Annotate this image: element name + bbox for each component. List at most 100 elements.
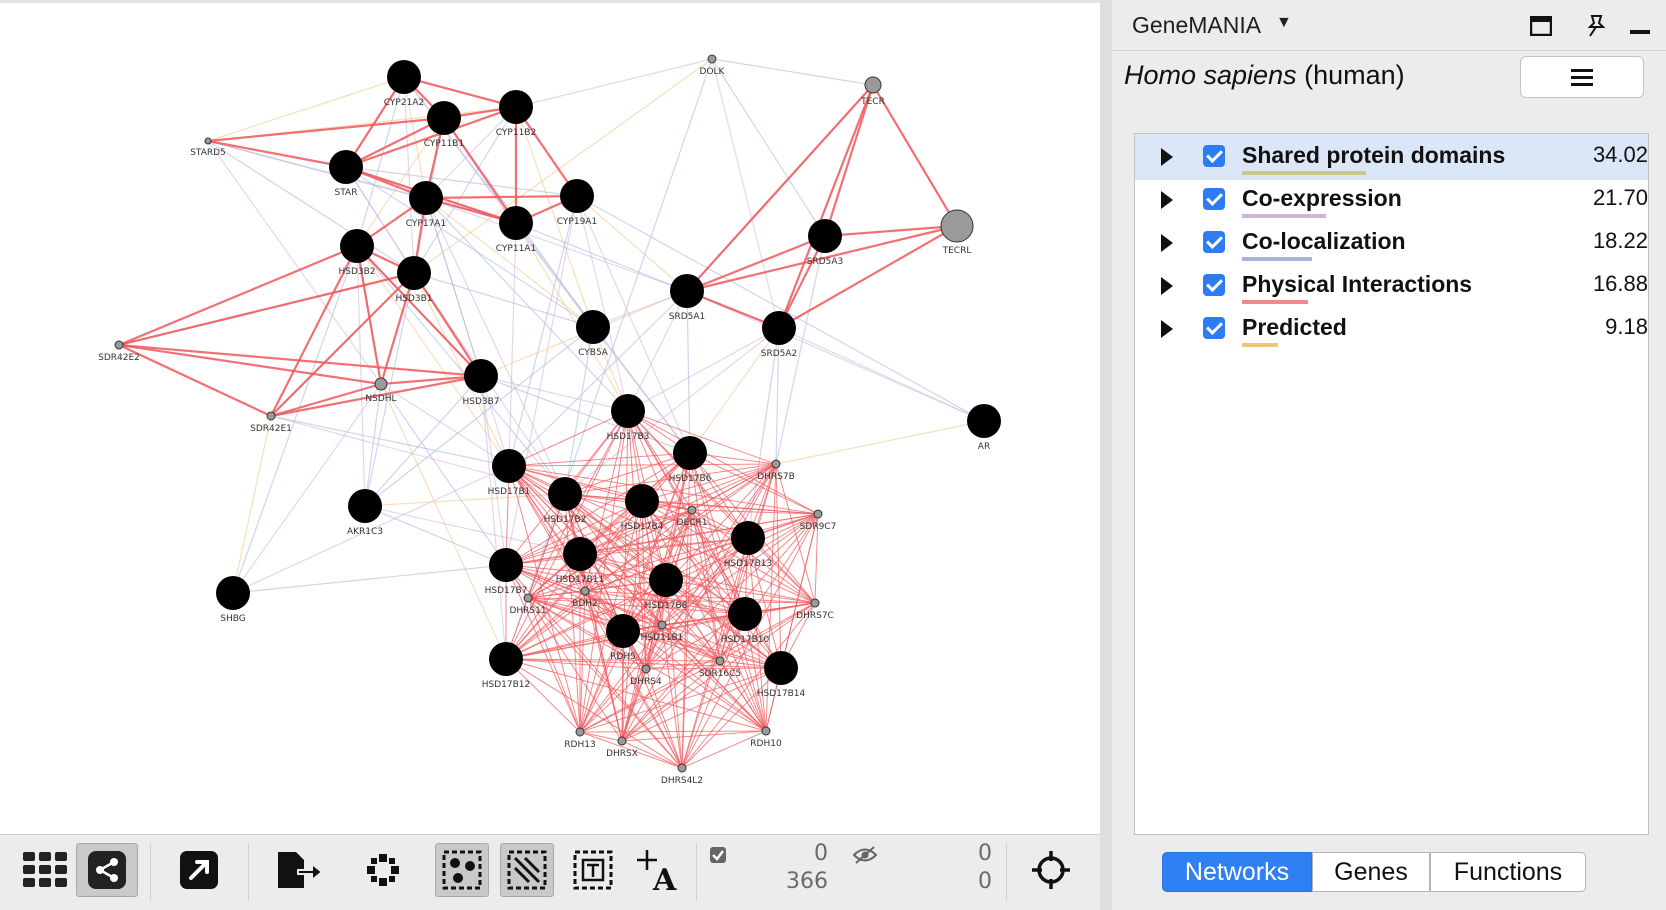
network-edge[interactable] bbox=[480, 375, 691, 454]
network-view-button[interactable] bbox=[76, 843, 138, 897]
grid-layout-icon[interactable] bbox=[18, 843, 72, 897]
gene-node-hsd17b14[interactable] bbox=[764, 651, 798, 685]
network-edge[interactable] bbox=[872, 84, 958, 227]
network-edge[interactable] bbox=[413, 272, 594, 328]
select-nodes-icon[interactable] bbox=[435, 843, 489, 897]
network-edge[interactable] bbox=[689, 327, 780, 454]
gene-node-decr1[interactable] bbox=[687, 505, 697, 515]
tab-networks[interactable]: Networks bbox=[1162, 852, 1312, 892]
network-edge[interactable] bbox=[505, 509, 693, 566]
network-edge[interactable] bbox=[627, 327, 780, 412]
tab-genes[interactable]: Genes bbox=[1312, 852, 1430, 892]
gene-node-cyb5a[interactable] bbox=[576, 310, 610, 344]
chevron-down-icon[interactable]: ▼ bbox=[1276, 14, 1292, 32]
select-annotations-icon[interactable] bbox=[566, 843, 620, 897]
gene-node-cyp19a1[interactable] bbox=[560, 179, 594, 213]
gene-node-cyp21a2[interactable] bbox=[387, 60, 421, 94]
gene-node-hsd17b11[interactable] bbox=[563, 537, 597, 571]
network-row-co-expression[interactable]: Co-expression 21.70 bbox=[1135, 177, 1648, 223]
gene-node-rdh5[interactable] bbox=[606, 614, 640, 648]
panel-title[interactable]: GeneMANIA bbox=[1132, 12, 1261, 39]
network-edge[interactable] bbox=[775, 420, 985, 465]
network-edge[interactable] bbox=[508, 222, 517, 467]
pin-icon[interactable] bbox=[1584, 14, 1606, 43]
expand-arrow-icon[interactable] bbox=[1161, 191, 1173, 209]
gene-node-hsd11b1[interactable] bbox=[657, 620, 667, 630]
network-row-shared-protein-domains[interactable]: Shared protein domains 34.02 bbox=[1135, 134, 1648, 180]
network-checkbox[interactable] bbox=[1203, 145, 1225, 167]
network-edge[interactable] bbox=[508, 463, 777, 467]
gene-node-rdh13[interactable] bbox=[575, 727, 585, 737]
gene-node-ar[interactable] bbox=[967, 404, 1001, 438]
network-edge[interactable] bbox=[515, 58, 713, 108]
gene-node-dhrsx[interactable] bbox=[617, 736, 627, 746]
network-edge[interactable] bbox=[686, 290, 985, 422]
network-edge[interactable] bbox=[413, 272, 482, 377]
expand-arrow-icon[interactable] bbox=[1161, 234, 1173, 252]
network-edge[interactable] bbox=[686, 84, 874, 292]
gene-node-srd5a3[interactable] bbox=[808, 219, 842, 253]
network-edge[interactable] bbox=[380, 383, 507, 566]
gene-node-nsdhl[interactable] bbox=[374, 377, 388, 391]
network-edge[interactable] bbox=[777, 84, 875, 329]
gene-node-hsd17b2[interactable] bbox=[548, 477, 582, 511]
network-row-co-localization[interactable]: Co-localization 18.22 bbox=[1135, 220, 1648, 266]
network-edge[interactable] bbox=[576, 195, 985, 422]
gene-node-dhrs4[interactable] bbox=[641, 664, 651, 674]
gene-node-hsd3b2[interactable] bbox=[340, 229, 374, 263]
gene-node-cyp11b2[interactable] bbox=[499, 90, 533, 124]
gene-node-dhrs7b[interactable] bbox=[771, 459, 781, 469]
gene-node-hsd17b8[interactable] bbox=[649, 563, 683, 597]
minimize-icon[interactable] bbox=[1630, 30, 1650, 34]
gene-node-star[interactable] bbox=[329, 150, 363, 184]
network-row-predicted[interactable]: Predicted 9.18 bbox=[1135, 306, 1648, 352]
float-window-icon[interactable] bbox=[1529, 15, 1553, 41]
expand-arrow-icon[interactable] bbox=[1161, 320, 1173, 338]
gene-node-cyp11a1[interactable] bbox=[499, 206, 533, 240]
gene-node-sdr9c7[interactable] bbox=[813, 509, 823, 519]
fit-content-icon[interactable] bbox=[356, 843, 410, 897]
network-edge[interactable] bbox=[270, 415, 510, 467]
network-edge[interactable] bbox=[711, 58, 780, 329]
gene-node-bdh2[interactable] bbox=[580, 586, 590, 596]
network-edge[interactable] bbox=[627, 290, 688, 412]
gene-node-tecrl[interactable] bbox=[940, 209, 974, 243]
select-edges-icon[interactable] bbox=[500, 843, 554, 897]
panel-splitter[interactable] bbox=[1100, 0, 1112, 910]
expand-arrow-icon[interactable] bbox=[1161, 148, 1173, 166]
tab-functions[interactable]: Functions bbox=[1430, 852, 1586, 892]
gene-node-shbg[interactable] bbox=[216, 576, 250, 610]
gene-node-hsd17b3[interactable] bbox=[611, 394, 645, 428]
gene-node-hsd17b1[interactable] bbox=[492, 449, 526, 483]
gene-node-hsd3b7[interactable] bbox=[464, 359, 498, 393]
network-edge[interactable] bbox=[480, 375, 629, 412]
gene-node-stard5[interactable] bbox=[204, 137, 212, 145]
network-edge[interactable] bbox=[356, 245, 566, 495]
network-edge[interactable] bbox=[576, 195, 688, 292]
gene-node-dolk[interactable] bbox=[707, 54, 717, 64]
gene-node-dhrs4l2[interactable] bbox=[677, 763, 687, 773]
gene-node-hsd3b1[interactable] bbox=[397, 256, 431, 290]
gene-node-sdr42e2[interactable] bbox=[114, 340, 124, 350]
network-edge[interactable] bbox=[425, 194, 578, 200]
gene-node-akr1c3[interactable] bbox=[348, 489, 382, 523]
gene-node-hsd17b10[interactable] bbox=[728, 597, 762, 631]
gene-node-tecr[interactable] bbox=[864, 76, 882, 94]
network-checkbox[interactable] bbox=[1203, 231, 1225, 253]
network-row-physical-interactions[interactable]: Physical Interactions 16.88 bbox=[1135, 263, 1648, 309]
gene-node-sdr16c5[interactable] bbox=[715, 656, 725, 666]
gene-node-hsd17b6[interactable] bbox=[673, 436, 707, 470]
export-icon[interactable] bbox=[272, 843, 326, 897]
network-checkbox[interactable] bbox=[1203, 317, 1225, 339]
network-canvas[interactable]: CYP21A2 CYP11B1 CYP11B2 STARD5 STAR CYP17A1 CY… bbox=[0, 0, 1100, 834]
gene-node-hsd17b13[interactable] bbox=[731, 521, 765, 555]
options-menu-button[interactable] bbox=[1520, 56, 1644, 98]
network-edge[interactable] bbox=[364, 505, 507, 566]
gene-node-hsd17b7[interactable] bbox=[489, 548, 523, 582]
network-checkbox[interactable] bbox=[1203, 274, 1225, 296]
network-edge[interactable] bbox=[711, 58, 874, 86]
gene-node-cyp17a1[interactable] bbox=[409, 181, 443, 215]
gene-node-sdr42e1[interactable] bbox=[266, 411, 276, 421]
network-checkbox[interactable] bbox=[1203, 188, 1225, 210]
network-edge[interactable] bbox=[711, 58, 826, 237]
